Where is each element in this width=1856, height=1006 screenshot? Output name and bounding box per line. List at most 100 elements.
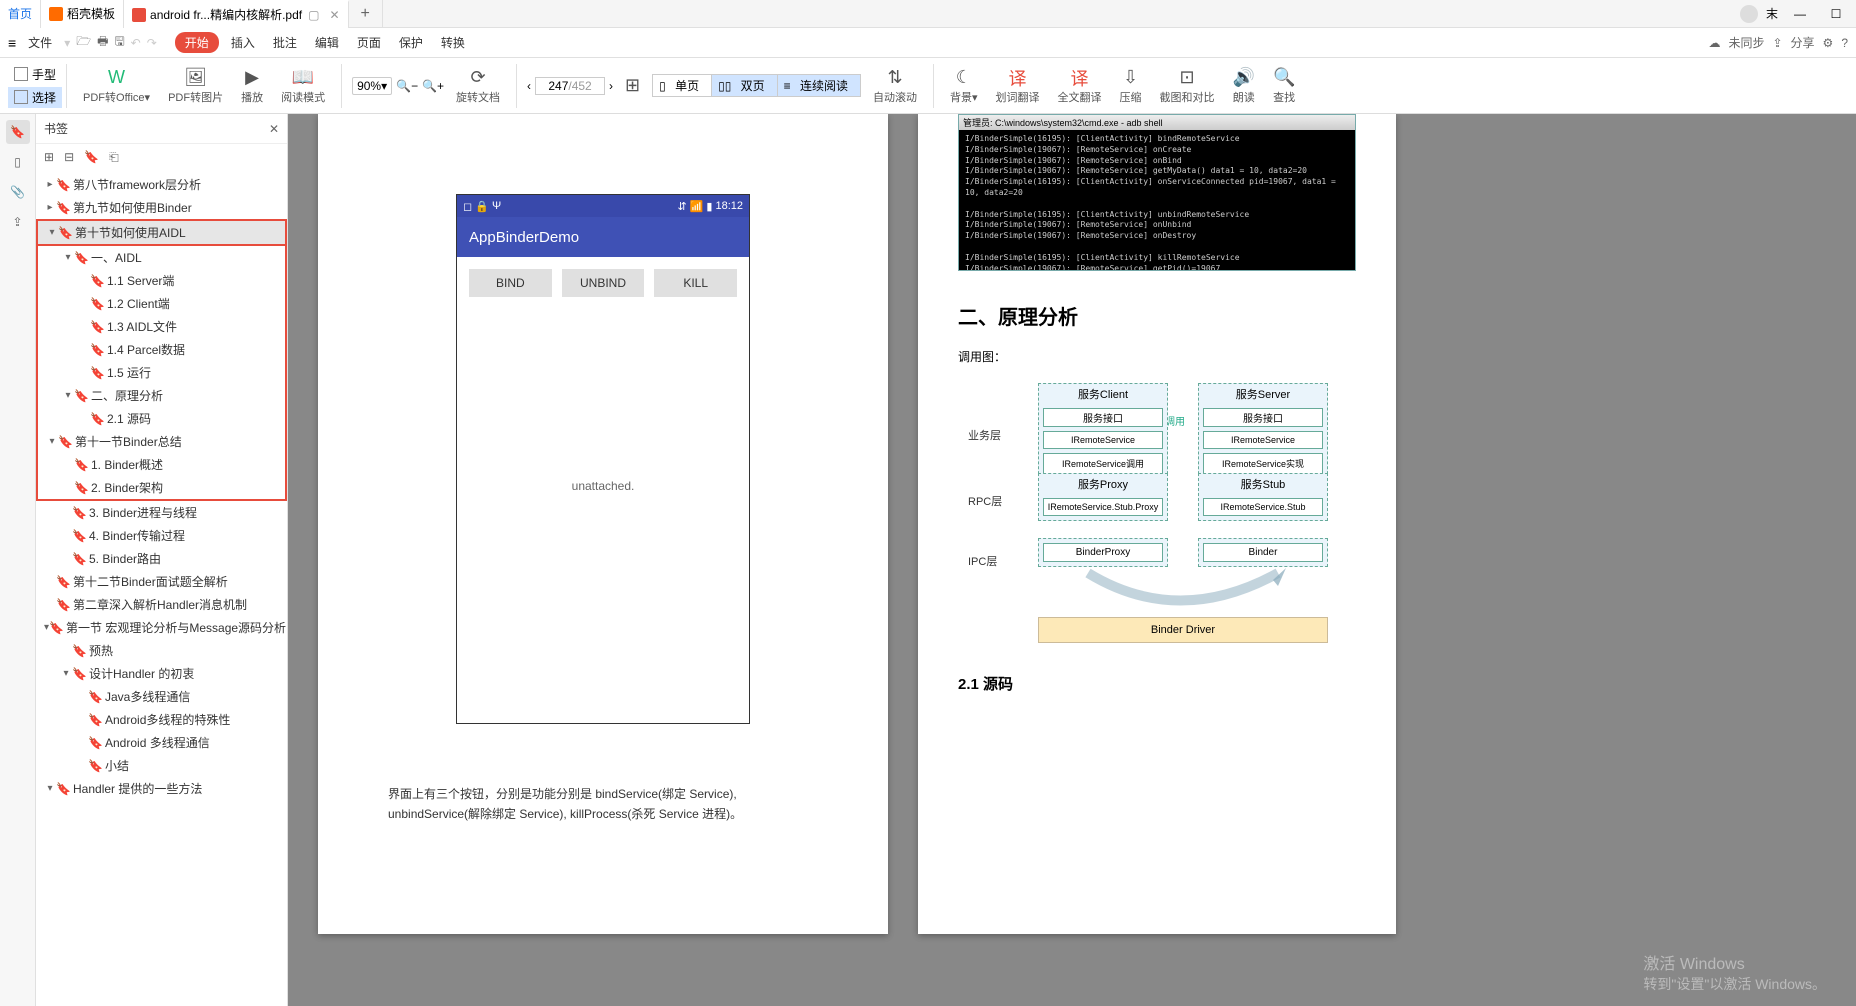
status-square-icon: ◻ (463, 200, 472, 213)
tree-item[interactable]: ▾🔖设计Handler 的初衷 (36, 662, 287, 685)
page-prev[interactable]: ‹ (527, 79, 531, 93)
tree-item[interactable]: 🔖1.5 运行 (38, 361, 285, 384)
tree-item[interactable]: ▾🔖Handler 提供的一些方法 (36, 777, 287, 800)
select-icon (14, 90, 28, 104)
zoom-level[interactable]: 90% ▾ (352, 77, 392, 95)
tree-item[interactable]: ▸🔖第九节如何使用Binder (36, 196, 287, 219)
tree-item[interactable]: 🔖4. Binder传输过程 (36, 524, 287, 547)
tool-word-trans[interactable]: 译划词翻译 (990, 65, 1046, 107)
view-single[interactable]: ▯ 单页 (653, 75, 712, 96)
share-label[interactable]: 分享 (1791, 34, 1815, 51)
panel-close-icon[interactable]: ✕ (269, 122, 279, 136)
tool-compress[interactable]: ⇩压缩 (1114, 65, 1148, 107)
rail-share[interactable]: ⇪ (6, 210, 30, 234)
tool-read2[interactable]: 🔊朗读 (1227, 65, 1261, 107)
rail-attachment[interactable]: 📎 (6, 180, 30, 204)
hamburger-icon[interactable]: ≡ (8, 35, 16, 51)
tool-read[interactable]: 📖阅读模式 (275, 65, 331, 107)
tree-item[interactable]: 🔖3. Binder进程与线程 (36, 501, 287, 524)
tree-item[interactable]: 🔖第十二节Binder面试题全解析 (36, 570, 287, 593)
rail-bookmark[interactable]: 🔖 (6, 120, 30, 144)
tree-item[interactable]: ▾🔖一、AIDL (38, 246, 285, 269)
tree-item[interactable]: 🔖1.3 AIDL文件 (38, 315, 285, 338)
tab-template[interactable]: 稻壳模板 (41, 0, 124, 28)
tool-crop[interactable]: ⊡截图和对比 (1154, 65, 1221, 107)
tab-pdf-file[interactable]: android fr...精编内核解析.pdf ▢ ✕ (124, 0, 348, 28)
tool-pdf-office[interactable]: WPDF转Office▾ (77, 65, 156, 107)
open-icon[interactable]: 🗁 (76, 32, 91, 53)
tool-find[interactable]: 🔍查找 (1267, 65, 1301, 107)
tool-structure[interactable]: ⊞ (619, 73, 646, 99)
tree-item[interactable]: 🔖1.4 Parcel数据 (38, 338, 285, 361)
menu-convert[interactable]: 转换 (435, 31, 471, 54)
tree-item[interactable]: 🔖第二章深入解析Handler消息机制 (36, 593, 287, 616)
cloud-icon[interactable]: ☁ (1708, 36, 1720, 50)
tool-play[interactable]: ▶播放 (235, 65, 269, 107)
zoom-in-icon[interactable]: 🔍+ (422, 79, 444, 93)
tree-item[interactable]: 🔖2.1 源码 (38, 407, 285, 430)
tree-item[interactable]: ▾🔖第一节 宏观理论分析与Message源码分析 (36, 616, 287, 639)
highlight-box-1: ▾🔖第十节如何使用AIDL (36, 219, 287, 246)
tree-item[interactable]: 🔖1.1 Server端 (38, 269, 285, 292)
collapse-all-icon[interactable]: ⊟ (64, 150, 74, 165)
tree-item[interactable]: 🔖2. Binder架构 (38, 476, 285, 499)
page-next[interactable]: › (609, 79, 613, 93)
menu-page[interactable]: 页面 (351, 31, 387, 54)
menu-protect[interactable]: 保护 (393, 31, 429, 54)
tool-rotate[interactable]: ⟳旋转文档 (450, 65, 506, 107)
tool-full-trans[interactable]: 译全文翻译 (1052, 65, 1108, 107)
menu-file[interactable]: 文件 (22, 31, 58, 54)
tree-item[interactable]: 🔖小结 (36, 754, 287, 777)
gear-icon[interactable]: ⚙ (1823, 36, 1834, 50)
tree-item[interactable]: 🔖1.2 Client端 (38, 292, 285, 315)
phone-mockup: ◻ 🔒 Ψ ⇵ 📶 ▮ 18:12 AppBinderDemo BIND UNB… (456, 194, 750, 724)
tree-item[interactable]: ▾🔖第十一节Binder总结 (38, 430, 285, 453)
tree-item[interactable]: 🔖Java多线程通信 (36, 685, 287, 708)
tree-item[interactable]: 🔖Android 多线程通信 (36, 731, 287, 754)
page-input[interactable]: 247/452 (535, 77, 605, 95)
avatar[interactable] (1740, 5, 1758, 23)
view-continuous[interactable]: ≡ 连续阅读 (778, 75, 860, 96)
window-minimize[interactable]: — (1786, 4, 1814, 24)
save-icon[interactable]: 🖫 (114, 32, 124, 53)
window-maximize[interactable]: ☐ (1822, 4, 1850, 24)
status-data-icon: ⇵ (677, 200, 686, 213)
tool-pdf-img[interactable]: 🖼PDF转图片 (162, 65, 229, 107)
print-icon[interactable]: 🖶 (97, 32, 108, 53)
unsync-label[interactable]: 未同步 (1728, 34, 1764, 51)
help-icon[interactable]: ? (1841, 36, 1848, 50)
tab-pin-icon[interactable]: ▢ (308, 8, 319, 22)
status-usb-icon: Ψ (492, 200, 501, 212)
bookmark-outline-icon[interactable]: ⎗ (109, 150, 119, 165)
tab-template-label: 稻壳模板 (67, 5, 115, 22)
image-icon: 🖼 (184, 67, 207, 89)
redo-icon[interactable]: ↷ (147, 36, 157, 50)
menu-insert[interactable]: 插入 (225, 31, 261, 54)
tree-item[interactable]: 🔖Android多线程的特殊性 (36, 708, 287, 731)
tool-autoscroll[interactable]: ⇅自动滚动 (867, 65, 923, 107)
tab-close-icon[interactable]: ✕ (329, 8, 339, 22)
tab-new[interactable]: + (349, 0, 383, 28)
zoom-out-icon[interactable]: 🔍− (396, 79, 418, 93)
expand-all-icon[interactable]: ⊞ (44, 150, 54, 165)
document-viewer[interactable]: ◻ 🔒 Ψ ⇵ 📶 ▮ 18:12 AppBinderDemo BIND UNB… (288, 114, 1856, 1006)
tree-item[interactable]: 🔖1. Binder概述 (38, 453, 285, 476)
tab-home[interactable]: 首页 (0, 0, 41, 28)
menu-annotate[interactable]: 批注 (267, 31, 303, 54)
bookmark-solid-icon[interactable]: 🔖 (84, 150, 99, 165)
share-icon[interactable]: ⇪ (1772, 36, 1782, 50)
tree-item[interactable]: ▸🔖第八节framework层分析 (36, 173, 287, 196)
tree-item[interactable]: 🔖5. Binder路由 (36, 547, 287, 570)
tree-item-selected[interactable]: ▾🔖第十节如何使用AIDL (38, 221, 285, 244)
view-double[interactable]: ▯▯ 双页 (712, 75, 778, 96)
main: 🔖 ▯ 📎 ⇪ 书签 ✕ ⊞ ⊟ 🔖 ⎗ ▸🔖第八节framework层分析 ▸… (0, 114, 1856, 1006)
tree-item[interactable]: ▾🔖二、原理分析 (38, 384, 285, 407)
rail-thumbnails[interactable]: ▯ (6, 150, 30, 174)
menu-start[interactable]: 开始 (175, 32, 219, 53)
menu-edit[interactable]: 编辑 (309, 31, 345, 54)
undo-icon[interactable]: ↶ (131, 36, 141, 50)
tool-bg[interactable]: ☾背景▾ (944, 65, 984, 107)
mode-select[interactable]: 选择 (8, 87, 62, 108)
tree-item[interactable]: 🔖预热 (36, 639, 287, 662)
mode-hand[interactable]: 手型 (8, 64, 62, 85)
